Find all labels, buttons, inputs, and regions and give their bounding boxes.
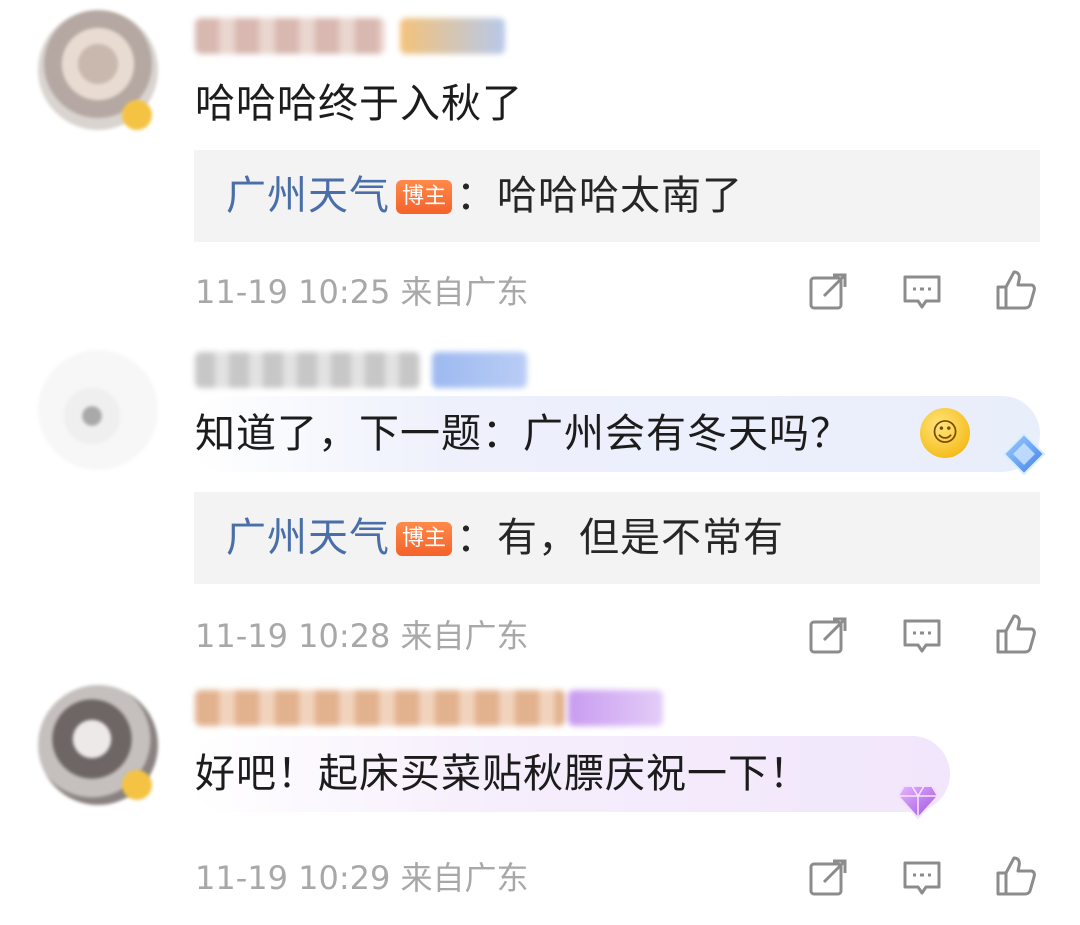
timestamp: 11-19 10:29: [195, 859, 391, 897]
username-blurred[interactable]: [195, 690, 565, 726]
comment-icon[interactable]: [900, 856, 944, 900]
comment-text: 好吧！起床买菜贴秋膘庆祝一下！: [195, 751, 810, 797]
user-title-badge: [568, 690, 663, 726]
gem-badge-icon: [896, 785, 940, 820]
thumbs-up-icon[interactable]: [994, 854, 1038, 898]
verified-badge-icon: [122, 770, 152, 800]
share-icon[interactable]: [806, 856, 850, 900]
comment-meta: 11-19 10:29 来自广东: [195, 856, 529, 900]
location: 来自广东: [400, 859, 529, 897]
comment-3: 好吧！起床买菜贴秋膘庆祝一下！ 11-19 10:29 来自广东: [0, 0, 1080, 925]
